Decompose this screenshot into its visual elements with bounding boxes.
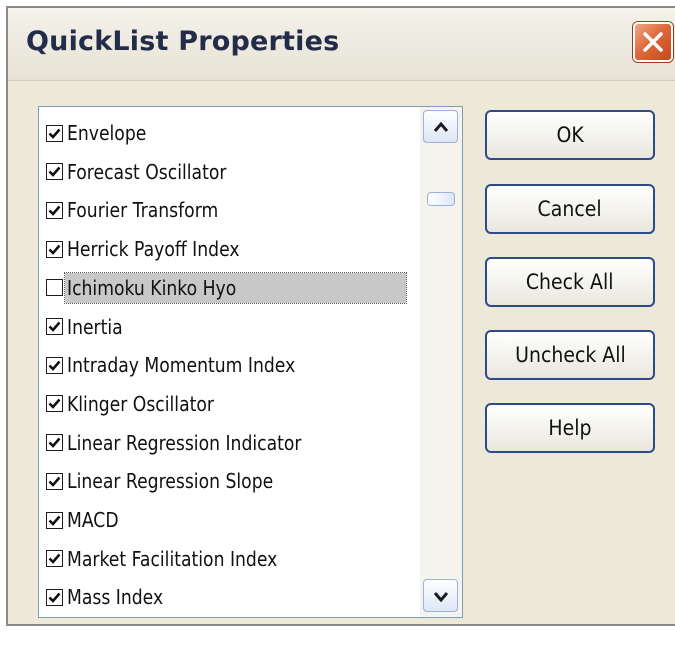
list-item-label: Linear Regression Indicator	[67, 430, 302, 455]
scroll-down-button[interactable]	[423, 579, 458, 612]
list-item-label: Ichimoku Kinko Hyo	[67, 275, 237, 300]
close-button[interactable]	[633, 22, 673, 62]
cancel-button[interactable]: Cancel	[485, 184, 655, 234]
checkbox[interactable]	[46, 588, 63, 606]
indicator-list-box[interactable]: Envelope Forecast Oscillator Fourier Trans…	[38, 106, 463, 618]
checkbox[interactable]	[46, 240, 63, 258]
checkbox[interactable]	[46, 472, 63, 490]
list-item-label: Mass Index	[67, 585, 164, 610]
list-item[interactable]: Forecast Oscillator	[46, 154, 411, 190]
checkmark-icon	[48, 592, 61, 603]
list-item-label-area: Intraday Momentum Index	[65, 350, 336, 380]
checkmark-icon	[48, 437, 61, 449]
list-item[interactable]: Inertia	[46, 309, 411, 345]
indicator-list: Envelope Forecast Oscillator Fourier Trans…	[39, 107, 419, 617]
list-item[interactable]: Ichimoku Kinko Hyo	[46, 270, 411, 306]
cancel-button-label: Cancel	[537, 197, 603, 221]
window-title: QuickList Properties	[26, 26, 340, 57]
checkmark-icon	[48, 360, 61, 371]
ok-button-label: OK	[556, 123, 584, 147]
checkbox[interactable]	[46, 511, 63, 529]
close-icon	[643, 32, 663, 52]
checkbox[interactable]	[46, 163, 63, 181]
uncheck-all-button-label: Uncheck All	[514, 343, 626, 367]
checkbox[interactable]	[46, 318, 63, 335]
list-item[interactable]: Fourier Transform	[46, 192, 411, 228]
list-item-label-area: Inertia	[65, 312, 136, 342]
checkmark-icon	[48, 399, 61, 410]
list-item-label-area: Fourier Transform	[65, 195, 247, 225]
list-item-label: MACD	[67, 508, 119, 532]
help-button-label: Help	[548, 416, 592, 440]
list-item-label: Forecast Oscillator	[67, 159, 227, 184]
chevron-up-icon	[433, 121, 448, 132]
checkmark-icon	[48, 166, 61, 178]
list-item[interactable]: Mass Index	[46, 579, 411, 615]
scroll-up-button[interactable]	[423, 110, 458, 143]
list-item[interactable]: Klinger Oscillator	[46, 386, 411, 422]
list-item[interactable]: Market Facilitation Index	[46, 541, 411, 577]
checkbox[interactable]	[46, 201, 63, 219]
help-button[interactable]: Help	[485, 403, 655, 453]
list-item[interactable]: Intraday Momentum Index	[46, 347, 411, 383]
check-all-button-label: Check All	[526, 270, 614, 294]
list-item[interactable]: Herrick Payoff Index	[46, 231, 411, 267]
ok-button[interactable]: OK	[485, 110, 655, 160]
list-item-label: Intraday Momentum Index	[67, 353, 296, 378]
list-item-label: Herrick Payoff Index	[67, 237, 240, 262]
uncheck-all-button[interactable]: Uncheck All	[485, 330, 655, 380]
checkbox[interactable]	[46, 124, 63, 142]
check-all-button[interactable]: Check All	[485, 257, 655, 307]
list-item-label-area: Market Facilitation Index	[65, 544, 316, 574]
list-item[interactable]: MACD	[46, 502, 411, 538]
vertical-scrollbar[interactable]	[420, 107, 462, 617]
list-item-label-area: Ichimoku Kinko Hyo	[64, 271, 407, 304]
list-item-label-area: Herrick Payoff Index	[65, 234, 272, 264]
title-bar: QuickList Properties	[8, 8, 675, 81]
checkmark-icon	[48, 515, 61, 526]
list-item-label-area: Linear Regression Indicator	[65, 428, 344, 458]
list-item[interactable]: Linear Regression Indicator	[46, 425, 411, 461]
list-item[interactable]: Envelope	[46, 115, 411, 151]
list-item-label: Inertia	[67, 314, 123, 339]
checkmark-icon	[48, 128, 61, 139]
chevron-down-icon	[433, 591, 448, 602]
checkbox[interactable]	[46, 395, 63, 413]
quicklist-properties-dialog: QuickList Properties Envelope Forecast Os…	[6, 6, 675, 626]
list-item-label-area: MACD	[65, 505, 131, 535]
checkmark-icon	[48, 205, 61, 216]
checkbox[interactable]	[46, 356, 63, 374]
list-item-label: Klinger Oscillator	[67, 391, 214, 416]
checkbox[interactable]	[46, 434, 63, 452]
list-item[interactable]: Linear Regression Slope	[46, 463, 411, 499]
list-item-label-area: Envelope	[65, 118, 163, 148]
list-item-label-area: Mass Index	[65, 582, 183, 612]
checkmark-icon	[48, 476, 61, 487]
list-item-label-area: Forecast Oscillator	[65, 157, 256, 187]
list-item-label: Linear Regression Slope	[67, 469, 274, 494]
list-item-label-area: Klinger Oscillator	[65, 389, 242, 419]
checkbox[interactable]	[46, 279, 63, 297]
list-item-label-area: Linear Regression Slope	[65, 466, 311, 496]
checkbox[interactable]	[46, 550, 63, 568]
checkmark-icon	[48, 553, 61, 565]
checkmark-icon	[48, 244, 61, 255]
scroll-thumb[interactable]	[427, 192, 455, 206]
list-item-label: Envelope	[67, 121, 147, 145]
checkmark-icon	[48, 321, 61, 332]
list-item-label: Fourier Transform	[67, 198, 219, 223]
list-item-label: Market Facilitation Index	[67, 546, 278, 571]
